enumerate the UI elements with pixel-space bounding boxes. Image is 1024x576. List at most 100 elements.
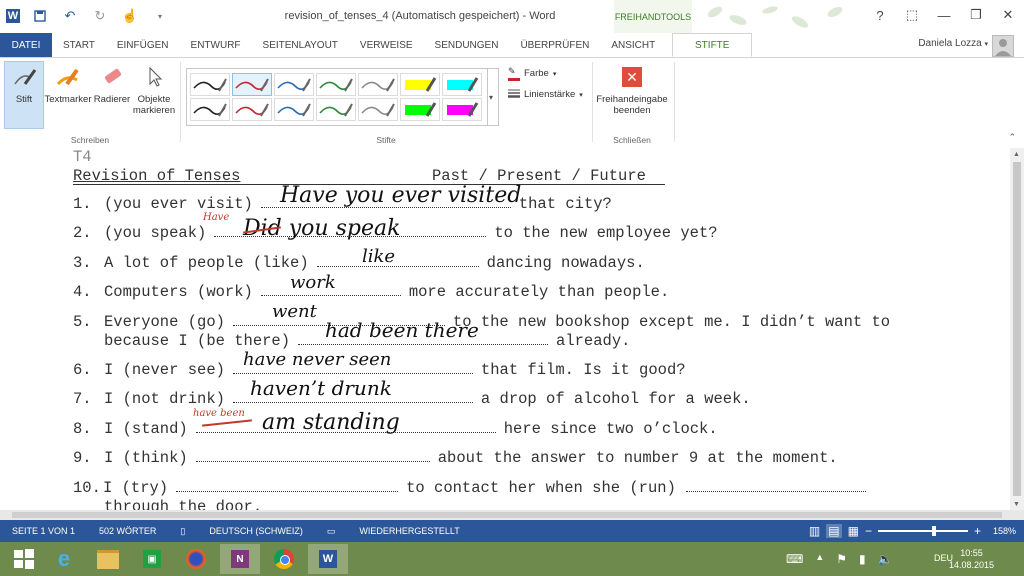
- exercise-item: 9. I (think) about the answer to number 9 …: [73, 449, 838, 467]
- file-explorer-icon[interactable]: [88, 544, 128, 574]
- pen-swatch[interactable]: [316, 73, 356, 96]
- tab-ueberpruefen[interactable]: ÜBERPRÜFEN: [509, 33, 600, 57]
- pen-swatch[interactable]: [274, 98, 314, 121]
- pen-swatch[interactable]: [358, 98, 398, 121]
- tab-stifte[interactable]: STIFTE: [672, 33, 753, 57]
- zoom-slider-thumb[interactable]: [931, 526, 936, 536]
- volume-icon[interactable]: 🔈: [878, 552, 893, 566]
- scroll-thumb[interactable]: [1013, 162, 1021, 496]
- print-layout-icon[interactable]: ▤: [826, 524, 842, 538]
- store-icon[interactable]: ▣: [132, 544, 172, 574]
- answer-blank[interactable]: [316, 265, 479, 267]
- zoom-out-icon[interactable]: −: [865, 524, 872, 538]
- redo-icon[interactable]: ↻: [90, 6, 110, 26]
- tab-ansicht[interactable]: ANSICHT: [600, 33, 666, 57]
- scroll-up-icon[interactable]: ▲: [1013, 151, 1020, 158]
- answer-blank[interactable]: [260, 294, 401, 297]
- tab-seitenlayout[interactable]: SEITENLAYOUT: [252, 33, 349, 57]
- close-button[interactable]: ✕: [992, 0, 1024, 30]
- pen-swatch[interactable]: [358, 73, 398, 96]
- answer-blank[interactable]: [232, 372, 473, 374]
- show-hidden-icons[interactable]: ▲: [815, 552, 824, 566]
- ribbon-display-options-icon[interactable]: ⬚: [896, 0, 928, 30]
- scroll-down-icon[interactable]: ▼: [1013, 501, 1020, 508]
- document-header: T4: [73, 148, 92, 166]
- handwritten-answer: like: [362, 245, 396, 267]
- word-taskbar-icon[interactable]: W: [308, 544, 348, 574]
- item-prompt: I (never see): [104, 361, 225, 379]
- pen-swatch[interactable]: [442, 73, 482, 96]
- tab-sendungen[interactable]: SENDUNGEN: [424, 33, 510, 57]
- textmarker-button[interactable]: Textmarker: [44, 62, 92, 105]
- radierer-button[interactable]: Radierer: [93, 62, 131, 105]
- answer-blank[interactable]: [298, 343, 549, 345]
- answer-blank[interactable]: [195, 460, 430, 463]
- tab-datei[interactable]: DATEI: [0, 33, 52, 57]
- keyboard-icon[interactable]: ⌨: [786, 552, 803, 566]
- pen-swatch[interactable]: [274, 73, 314, 96]
- restore-button[interactable]: ❐: [960, 0, 992, 30]
- tab-verweise[interactable]: VERWEISE: [349, 33, 424, 57]
- touch-mode-icon[interactable]: ☝: [120, 6, 140, 26]
- word-count[interactable]: 502 WÖRTER: [87, 526, 168, 536]
- customize-qat-icon[interactable]: ▾: [150, 6, 170, 26]
- network-icon[interactable]: ▮: [859, 552, 866, 566]
- internet-explorer-icon[interactable]: e: [44, 544, 84, 574]
- collapse-ribbon-icon[interactable]: ⌃: [1008, 132, 1016, 143]
- linienstaerke-dropdown[interactable]: Linienstärke ▾: [508, 88, 583, 101]
- start-button[interactable]: [4, 544, 44, 574]
- pen-swatch[interactable]: [442, 98, 482, 121]
- zoom-level[interactable]: 158%: [993, 526, 1016, 536]
- undo-icon[interactable]: ↶: [60, 6, 80, 26]
- firefox-icon[interactable]: [176, 544, 216, 574]
- tab-einfuegen[interactable]: EINFÜGEN: [106, 33, 180, 57]
- handwritten-answer: Have you ever visited: [280, 183, 522, 208]
- vertical-scrollbar[interactable]: ▲ ▼: [1010, 148, 1024, 510]
- pen-swatch[interactable]: [232, 73, 272, 96]
- document-area[interactable]: T4 Revision of Tenses Past / Present / F…: [0, 148, 1010, 510]
- select-cursor-icon: [139, 62, 169, 92]
- pen-swatch[interactable]: [400, 73, 440, 96]
- save-icon[interactable]: [30, 6, 50, 26]
- item-continuation: about the answer to number 9 at the mome…: [437, 449, 838, 468]
- tab-entwurf[interactable]: ENTWURF: [180, 33, 252, 57]
- hscroll-thumb[interactable]: [12, 512, 1002, 518]
- chrome-icon[interactable]: [264, 544, 304, 574]
- gallery-more-icon[interactable]: ▾: [484, 68, 499, 126]
- pen-swatch[interactable]: [400, 98, 440, 121]
- onenote-icon[interactable]: N: [220, 544, 260, 574]
- pen-swatch[interactable]: [316, 98, 356, 121]
- highlighter-icon: [53, 62, 83, 92]
- user-name[interactable]: Daniela Lozza ▾: [918, 38, 988, 49]
- minimize-button[interactable]: —: [928, 0, 960, 30]
- horizontal-scrollbar[interactable]: [0, 510, 1024, 520]
- avatar[interactable]: [992, 35, 1014, 57]
- item-prompt: Everyone (go): [104, 312, 225, 331]
- page-count[interactable]: SEITE 1 VON 1: [0, 526, 87, 536]
- quick-access-toolbar: W ↶ ↻ ☝ ▾: [6, 6, 170, 26]
- language[interactable]: DEUTSCH (SCHWEIZ): [197, 526, 315, 536]
- help-button[interactable]: ?: [864, 0, 896, 30]
- web-layout-icon[interactable]: ▦: [848, 524, 859, 538]
- pen-swatch[interactable]: [232, 98, 272, 121]
- answer-blank[interactable]: [176, 490, 399, 492]
- proofing-icon[interactable]: ▯: [168, 526, 197, 537]
- read-mode-icon[interactable]: ▥: [809, 524, 820, 538]
- clock-time: 10:55: [960, 548, 983, 558]
- stift-button[interactable]: Stift: [4, 61, 44, 129]
- freihandeingabe-beenden-button[interactable]: ✕ Freihandeingabe beenden: [596, 62, 668, 116]
- objekte-markieren-button[interactable]: Objekte markieren: [132, 62, 176, 116]
- action-center-icon[interactable]: ⚑: [836, 552, 847, 566]
- zoom-slider[interactable]: [877, 526, 968, 536]
- pen-swatch[interactable]: [190, 98, 230, 121]
- pen-swatch[interactable]: [190, 73, 230, 96]
- clock[interactable]: 10:55 14.08.2015: [949, 547, 994, 571]
- farbe-dropdown[interactable]: ✎ Farbe ▾: [508, 66, 556, 81]
- macro-icon[interactable]: ▭: [315, 526, 348, 537]
- item-number: 10.: [73, 478, 101, 497]
- tab-start[interactable]: START: [52, 33, 106, 57]
- answer-blank[interactable]: [232, 401, 473, 404]
- answer-blank[interactable]: [685, 490, 866, 492]
- word-app-icon[interactable]: W: [6, 9, 20, 23]
- zoom-in-icon[interactable]: +: [974, 524, 981, 538]
